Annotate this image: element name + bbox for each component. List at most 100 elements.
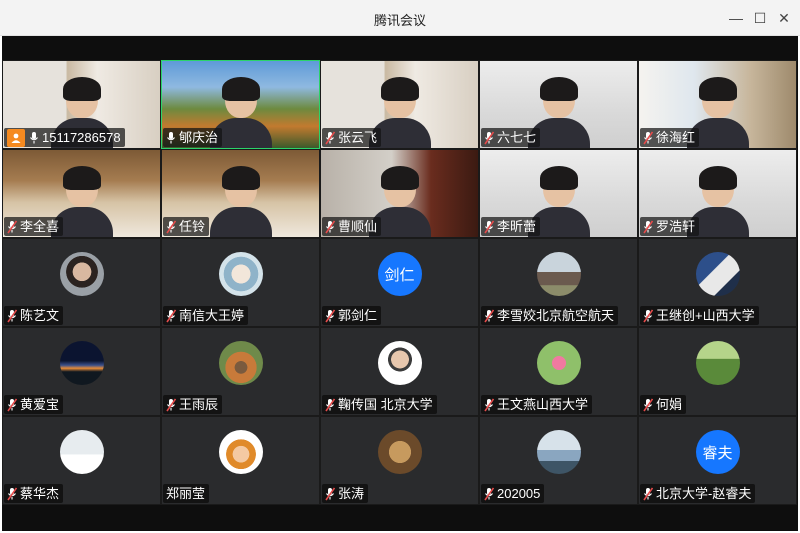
minimize-button[interactable]: — (724, 6, 748, 30)
participant-name: 郭剑仁 (338, 308, 378, 323)
participant-tile[interactable]: 张云飞 (320, 60, 479, 149)
mic-muted-icon (7, 220, 18, 234)
participant-tile[interactable]: 六七七 (479, 60, 638, 149)
participant-name: 张云飞 (338, 130, 378, 145)
participant-name: 李全喜 (20, 219, 60, 234)
title-bar: 腾讯会议 — ☐ ✕ (0, 0, 800, 36)
participant-name: 六七七 (497, 130, 537, 145)
participant-silhouette (209, 166, 272, 237)
mic-muted-icon (643, 487, 654, 501)
participant-tile[interactable]: 王文燕山西大学 (479, 327, 638, 416)
mic-muted-icon (325, 398, 336, 412)
avatar (59, 252, 104, 296)
host-person-icon (7, 128, 25, 147)
participant-name: 王文燕山西大学 (497, 397, 589, 412)
participant-name-label: 李雪姣北京航空航天 (481, 306, 619, 325)
participant-tile[interactable]: 南信大王婷 (161, 238, 320, 327)
participant-name-label: 何娟 (640, 395, 687, 414)
participant-tile[interactable]: 李全喜 (2, 149, 161, 238)
participant-tile[interactable]: 剑仁郭剑仁 (320, 238, 479, 327)
participant-tile[interactable]: 何娟 (638, 327, 797, 416)
participant-name-label: 张涛 (322, 484, 369, 503)
mic-muted-icon (325, 309, 336, 323)
participant-tile[interactable]: 李昕蕾 (479, 149, 638, 238)
participant-name: 黄爱宝 (20, 397, 60, 412)
avatar (695, 341, 740, 385)
participant-tile[interactable]: 黄爱宝 (2, 327, 161, 416)
avatar (695, 252, 740, 296)
participant-tile[interactable]: 郇庆治 (161, 60, 320, 149)
participant-name-label: 曹顺仙 (322, 217, 382, 236)
participant-tile[interactable]: 李雪姣北京航空航天 (479, 238, 638, 327)
participant-name-label: 鞠传国 北京大学 (322, 395, 437, 414)
mic-muted-icon (7, 309, 18, 323)
avatar (377, 430, 422, 474)
avatar (536, 341, 581, 385)
avatar-initials: 剑仁 (377, 252, 422, 296)
participant-name-label: 郑丽莹 (163, 484, 210, 503)
mic-muted-icon (325, 220, 336, 234)
participant-name: 张涛 (338, 486, 365, 501)
participant-name-label: 李昕蕾 (481, 217, 541, 236)
participant-name: 罗浩轩 (656, 219, 696, 234)
participant-tile[interactable]: 曹顺仙 (320, 149, 479, 238)
participant-tile[interactable]: 王继创+山西大学 (638, 238, 797, 327)
meeting-stage: 15117286578 郇庆治 张云飞 六七七 徐海红李全喜 任铃 曹顺仙 李昕蕾 罗浩轩陈艺文… (2, 36, 798, 531)
mic-muted-icon (643, 220, 654, 234)
participant-name-label: 王雨辰 (163, 395, 223, 414)
participant-name: 蔡华杰 (20, 486, 60, 501)
participant-name-label: 北京大学-赵睿夫 (640, 484, 756, 503)
participant-tile[interactable]: 罗浩轩 (638, 149, 797, 238)
mic-muted-icon (7, 487, 18, 501)
maximize-button[interactable]: ☐ (748, 6, 772, 30)
avatar (536, 430, 581, 474)
participant-name-label: 南信大王婷 (163, 306, 249, 325)
participant-name-label: 王继创+山西大学 (640, 306, 759, 325)
mic-muted-icon (484, 220, 495, 234)
participant-name: 何娟 (656, 397, 683, 412)
avatar (218, 430, 263, 474)
participant-name-label: 王文燕山西大学 (481, 395, 593, 414)
participant-name: 北京大学-赵睿夫 (656, 486, 752, 501)
participant-tile[interactable]: 张涛 (320, 416, 479, 505)
close-button[interactable]: ✕ (772, 6, 796, 30)
participant-name: 徐海红 (656, 130, 696, 145)
window-title: 腾讯会议 (373, 13, 426, 28)
mic-muted-icon (166, 220, 177, 234)
mic-muted-icon (7, 398, 18, 412)
participant-tile[interactable]: 王雨辰 (161, 327, 320, 416)
mic-icon (29, 131, 39, 145)
participant-tile[interactable]: 陈艺文 (2, 238, 161, 327)
participant-tile[interactable]: 蔡华杰 (2, 416, 161, 505)
participant-name-label: 15117286578 (4, 128, 125, 147)
participant-name-label: 罗浩轩 (640, 217, 700, 236)
participant-tile[interactable]: 徐海红 (638, 60, 797, 149)
participant-name-label: 郭剑仁 (322, 306, 382, 325)
mic-muted-icon (166, 309, 177, 323)
participant-name: 王继创+山西大学 (656, 308, 755, 323)
participant-name-label: 郇庆治 (163, 128, 223, 147)
participant-name: 15117286578 (42, 130, 121, 145)
participant-name-label: 张云飞 (322, 128, 382, 147)
participant-name: 李昕蕾 (497, 219, 537, 234)
participant-name: 202005 (497, 486, 541, 501)
participant-tile[interactable]: 202005 (479, 416, 638, 505)
participant-name: 任铃 (179, 219, 206, 234)
participant-name-label: 202005 (481, 484, 545, 503)
participant-tile[interactable]: 任铃 (161, 149, 320, 238)
participant-name-label: 李全喜 (4, 217, 64, 236)
participant-tile[interactable]: 睿夫 北京大学-赵睿夫 (638, 416, 797, 505)
participant-tile[interactable]: 15117286578 (2, 60, 161, 149)
mic-muted-icon (484, 131, 495, 145)
avatar (59, 430, 104, 474)
participant-name: 郑丽莹 (166, 486, 206, 501)
participant-name-label: 任铃 (163, 217, 210, 236)
participant-tile[interactable]: 鞠传国 北京大学 (320, 327, 479, 416)
participant-tile[interactable]: 郑丽莹 (161, 416, 320, 505)
participant-grid: 15117286578 郇庆治 张云飞 六七七 徐海红李全喜 任铃 曹顺仙 李昕蕾 罗浩轩陈艺文… (2, 60, 798, 506)
mic-muted-icon (166, 398, 177, 412)
mic-muted-icon (484, 398, 495, 412)
mic-muted-icon (643, 309, 654, 323)
mic-muted-icon (484, 487, 495, 501)
mic-muted-icon (325, 131, 336, 145)
